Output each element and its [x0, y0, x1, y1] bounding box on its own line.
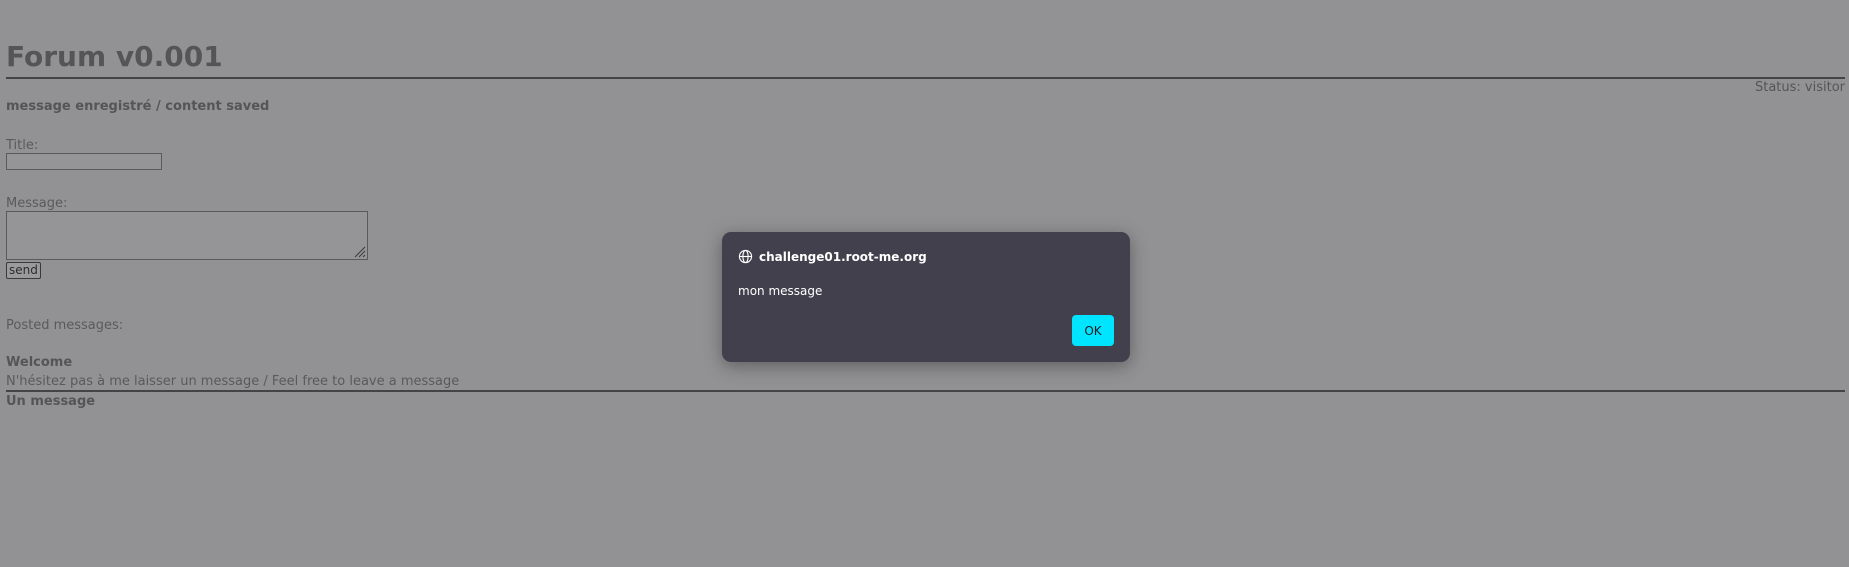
dialog-header: challenge01.root-me.org: [738, 249, 927, 264]
post-title: Welcome: [6, 355, 73, 370]
post-title: Un message: [6, 394, 96, 409]
post-body: N'hésitez pas à me laisser un message / …: [6, 374, 460, 389]
posted-messages-label: Posted messages:: [6, 318, 124, 333]
post-divider: [6, 390, 1845, 392]
send-button[interactable]: send: [6, 262, 41, 279]
status-text: Status: visitor: [1754, 80, 1845, 95]
forum-page: Forum v0.001 Status: visitor message enr…: [0, 0, 1849, 567]
dialog-message: mon message: [738, 284, 823, 298]
ok-button[interactable]: OK: [1072, 315, 1114, 346]
title-divider: [6, 77, 1845, 79]
globe-icon: [738, 249, 753, 264]
title-label: Title:: [6, 138, 39, 153]
saved-notice: message enregistré / content saved: [6, 99, 270, 114]
title-input[interactable]: [6, 153, 162, 170]
dialog-origin: challenge01.root-me.org: [759, 249, 927, 264]
message-label: Message:: [6, 196, 68, 211]
page-title: Forum v0.001: [6, 40, 223, 73]
message-textarea[interactable]: [6, 211, 368, 260]
resize-grip-icon[interactable]: [352, 244, 366, 258]
alert-dialog: challenge01.root-me.org mon message OK: [722, 232, 1130, 362]
